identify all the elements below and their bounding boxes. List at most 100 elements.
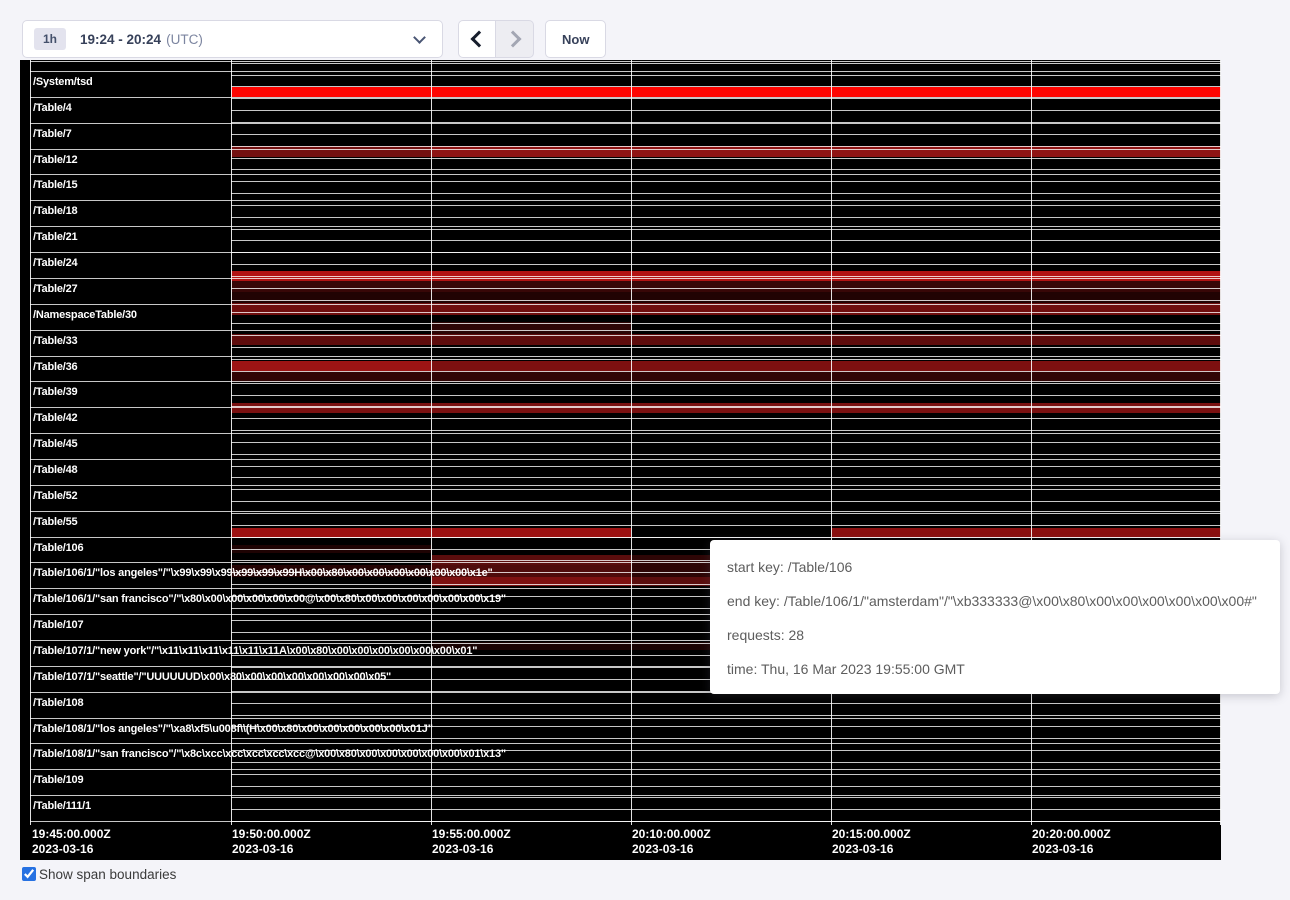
row-label: /Table/52 — [33, 490, 77, 503]
row-label: /Table/48 — [33, 464, 77, 477]
span-boundary-line — [231, 217, 1221, 218]
row-label: /System/tsd — [33, 76, 93, 89]
row-label: /Table/107/1/"seattle"/"UUUUUUD\x00\x80\… — [33, 671, 391, 684]
span-boundary-line — [231, 146, 1221, 147]
row-label: /Table/108 — [33, 697, 83, 710]
span-boundary-line — [231, 205, 1221, 206]
span-boundary-line — [231, 797, 1221, 798]
span-boundary-line — [30, 61, 1221, 62]
span-boundary-line — [231, 98, 1221, 99]
row-label: /Table/4 — [33, 102, 72, 115]
x-axis-tick-time: 19:45:00.000Z — [32, 827, 111, 841]
span-boundary-line — [231, 312, 1221, 313]
span-boundary-line — [30, 407, 1221, 408]
span-boundary-line — [30, 769, 1221, 770]
show-span-boundaries-checkbox[interactable] — [22, 867, 36, 881]
row-label: /Table/107 — [33, 619, 83, 632]
span-boundary-line — [231, 134, 1221, 135]
span-boundary-line — [231, 63, 1221, 64]
column-boundary-line — [231, 60, 232, 825]
span-boundary-line — [30, 304, 1221, 305]
x-axis-tick-date: 2023-03-16 — [832, 842, 893, 856]
span-boundary-line — [231, 276, 1221, 277]
span-boundary-line — [231, 169, 1221, 170]
show-span-boundaries-control: Show span boundaries — [22, 866, 176, 883]
span-boundary-line — [231, 181, 1221, 182]
row-label: /Table/12 — [33, 154, 77, 167]
span-boundary-line — [30, 795, 1221, 796]
row-label: /Table/107/1/"new york"/"\x11\x11\x11\x1… — [33, 645, 477, 658]
time-range-text: 19:24 - 20:24 — [80, 32, 161, 47]
heat-band — [231, 361, 431, 371]
row-label: /Table/7 — [33, 128, 72, 141]
column-boundary-line — [631, 60, 632, 825]
span-boundary-line — [30, 278, 1221, 279]
span-boundary-line — [231, 240, 1221, 241]
span-boundary-line — [231, 489, 1221, 490]
chevron-left-icon — [471, 31, 488, 48]
row-label: /Table/39 — [33, 386, 77, 399]
x-axis-tick-time: 19:55:00.000Z — [432, 827, 511, 841]
time-range-selector[interactable]: 1h 19:24 - 20:24 (UTC) — [22, 20, 443, 58]
previous-time-button[interactable] — [458, 20, 496, 58]
span-boundary-line — [231, 513, 1221, 514]
key-visualizer-page: { "toolbar": { "time_preset": "1h", "tim… — [0, 0, 1290, 900]
key-visualizer-heatmap[interactable]: /System/tsd/Table/4/Table/7/Table/12/Tab… — [20, 60, 1221, 860]
span-boundary-line — [30, 381, 1221, 382]
span-tooltip: start key: /Table/106 end key: /Table/10… — [710, 540, 1280, 694]
row-label: /Table/108/1/"los angeles"/"\xa8\xf5\u00… — [33, 723, 433, 736]
tooltip-requests: requests: 28 — [727, 625, 1263, 645]
span-boundary-line — [30, 252, 1221, 253]
span-boundary-line — [30, 174, 1221, 175]
x-axis-tick-date: 2023-03-16 — [232, 842, 293, 856]
next-time-button[interactable] — [496, 20, 534, 58]
span-boundary-line — [231, 300, 1221, 301]
span-boundary-line — [231, 715, 1221, 716]
span-boundary-line — [30, 433, 1221, 434]
span-boundary-line — [231, 525, 1221, 526]
timezone-text: (UTC) — [166, 32, 203, 47]
x-axis-tick-time: 19:50:00.000Z — [232, 827, 311, 841]
span-boundary-line — [231, 359, 1221, 360]
span-boundary-line — [231, 193, 1221, 194]
span-boundary-line — [231, 501, 1221, 502]
row-label: /Table/15 — [33, 179, 77, 192]
column-boundary-line — [30, 60, 31, 825]
span-boundary-line — [30, 226, 1221, 227]
chevron-down-icon — [413, 31, 426, 44]
row-label: /Table/55 — [33, 516, 77, 529]
tooltip-end-key: end key: /Table/106/1/"amsterdam"/"\xb33… — [727, 591, 1263, 611]
now-button[interactable]: Now — [545, 20, 606, 58]
span-boundary-line — [30, 718, 1221, 719]
row-label: /Table/111/1 — [33, 800, 91, 813]
row-label: /Table/36 — [33, 361, 77, 374]
span-boundary-line — [231, 110, 1221, 111]
column-boundary-line — [431, 60, 432, 825]
x-axis-tick-time: 20:10:00.000Z — [632, 827, 711, 841]
span-boundary-line — [231, 738, 1221, 739]
row-label: /NamespaceTable/30 — [33, 309, 137, 322]
row-label: /Table/106/1/"los angeles"/"\x99\x99\x99… — [33, 567, 493, 580]
span-boundary-line — [30, 71, 1221, 72]
x-axis-tick-date: 2023-03-16 — [1032, 842, 1093, 856]
x-axis-tick-date: 2023-03-16 — [432, 842, 493, 856]
span-boundary-line — [231, 703, 1221, 704]
span-boundary-line — [231, 229, 1221, 230]
span-boundary-line — [30, 200, 1221, 201]
span-boundary-line — [231, 323, 1221, 324]
row-label: /Table/21 — [33, 231, 77, 244]
span-boundary-line — [231, 335, 1221, 336]
span-boundary-line — [231, 86, 1221, 87]
span-boundary-line — [231, 786, 1221, 787]
span-boundary-line — [231, 395, 1221, 396]
heat-band — [431, 361, 1221, 371]
span-boundary-line — [30, 97, 1221, 98]
show-span-boundaries-label: Show span boundaries — [39, 866, 176, 883]
time-preset-badge: 1h — [34, 28, 66, 50]
span-boundary-line — [231, 762, 1221, 763]
heat-band — [231, 292, 1221, 303]
span-boundary-line — [231, 809, 1221, 810]
span-boundary-line — [30, 356, 1221, 357]
row-label: /Table/42 — [33, 412, 77, 425]
span-boundary-line — [231, 383, 1221, 384]
